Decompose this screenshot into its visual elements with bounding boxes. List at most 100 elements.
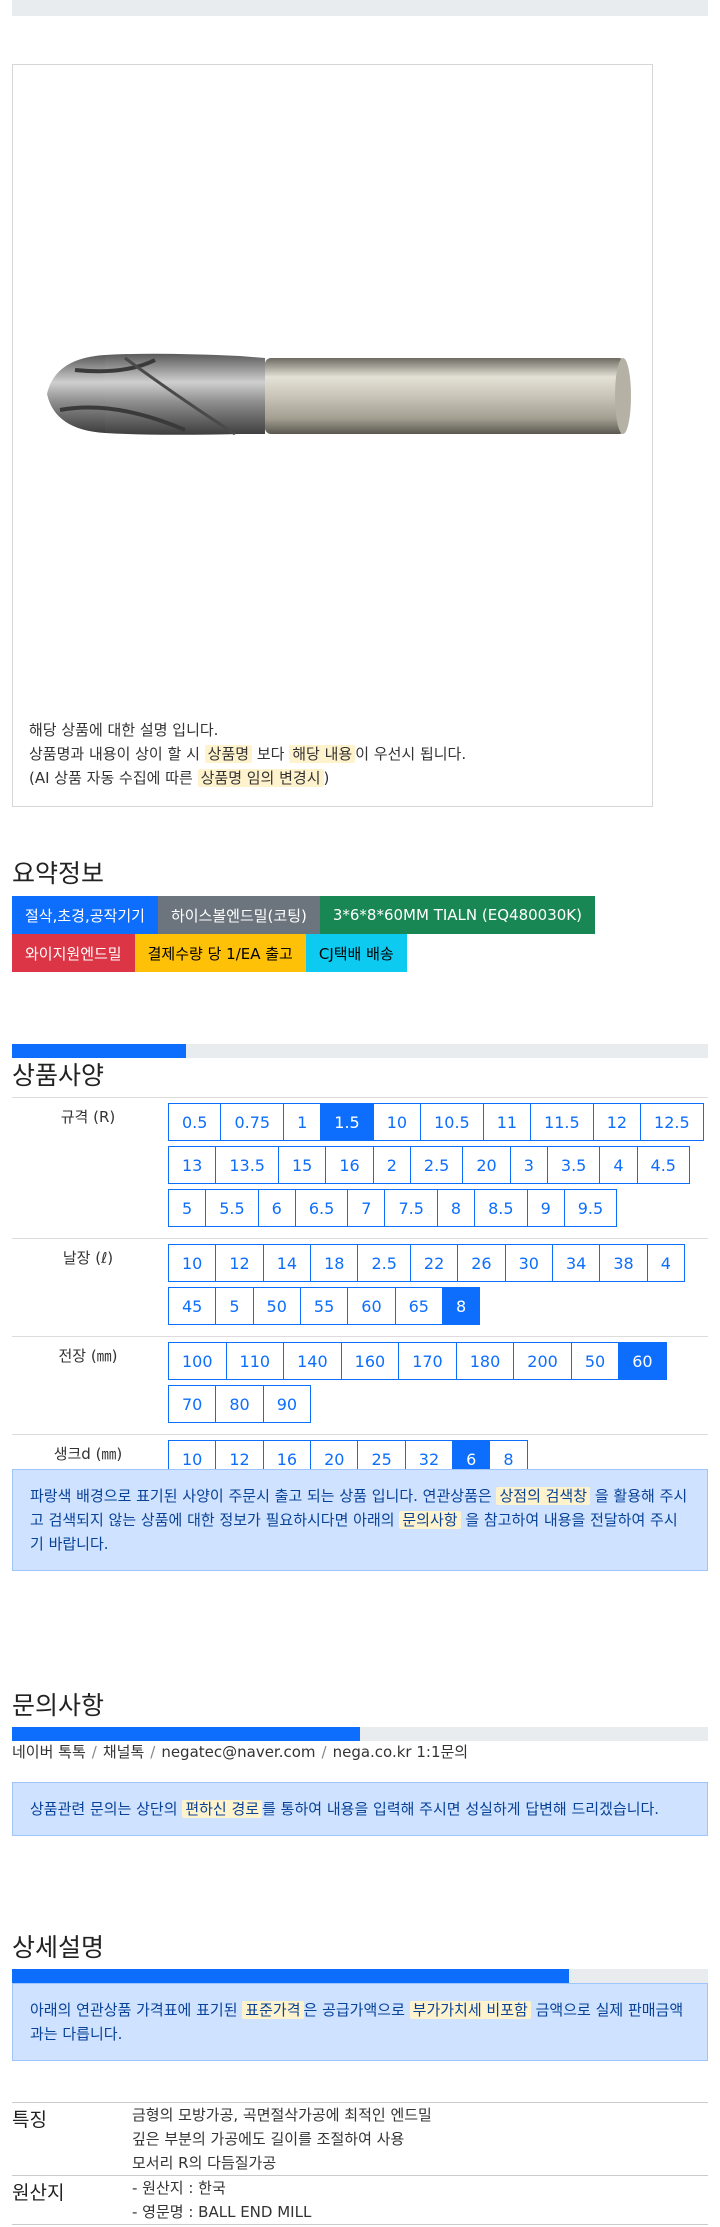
spec-option-button[interactable]: 1.5: [320, 1103, 374, 1141]
spec-option-button[interactable]: 100: [168, 1342, 227, 1380]
delivery-badge: CJ택배 배송: [305, 934, 407, 972]
spec-option-button[interactable]: 7: [347, 1189, 386, 1227]
site-inquiry-link[interactable]: nega.co.kr 1:1문의: [333, 1743, 469, 1761]
spec-option-button[interactable]: 14: [262, 1244, 312, 1282]
spec-option-button[interactable]: 11: [482, 1103, 532, 1141]
spec-option-button[interactable]: 45: [168, 1287, 217, 1325]
spec-option-button[interactable]: 8.5: [474, 1189, 528, 1227]
spec-option-button[interactable]: 3.5: [546, 1146, 601, 1184]
model-badge: 3*6*8*60MM TIALN (EQ480030K): [319, 896, 595, 934]
spec-option-button[interactable]: 0.5: [168, 1103, 222, 1141]
spec-options: 100 110 140 160 170 180 200 50 60 70 80 90: [164, 1337, 708, 1434]
spec-option-button[interactable]: 38: [599, 1244, 648, 1282]
spec-option-button[interactable]: 8: [436, 1189, 476, 1227]
spec-option-button[interactable]: 20: [462, 1146, 511, 1184]
spec-option-button[interactable]: 12: [592, 1103, 642, 1141]
shipping-quantity-badge: 결제수량 당 1/EA 출고: [134, 934, 306, 972]
spec-label: 규격 (R): [60, 1108, 116, 1126]
notice-line-3: (AI 상품 자동 수집에 따른 상품명 임의 변경시): [29, 769, 330, 787]
spec-option-button[interactable]: 12.5: [640, 1103, 704, 1141]
spec-option-button[interactable]: 34: [551, 1244, 601, 1282]
spec-option-button[interactable]: 55: [299, 1287, 349, 1325]
spec-option-button[interactable]: 18: [310, 1244, 359, 1282]
spec-option-button[interactable]: 10.5: [420, 1103, 484, 1141]
spec-option-button[interactable]: 11.5: [530, 1103, 594, 1141]
badge-row-1: 절삭,초경,공작기기 하이스볼엔드밀(코팅) 3*6*8*60MM TIALN …: [12, 896, 712, 934]
brand-badge: 와이지원엔드밀: [12, 934, 135, 972]
product-notice: 해당 상품에 대한 설명 입니다. 상품명과 내용이 상이 할 시 상품명 보다…: [29, 718, 466, 790]
spec-option-button[interactable]: 110: [225, 1342, 285, 1380]
spec-option-button[interactable]: 10: [372, 1103, 422, 1141]
spec-option-button[interactable]: 1: [283, 1103, 322, 1141]
category-badge: 절삭,초경,공작기기: [12, 896, 158, 934]
top-progress-bar: [12, 0, 708, 16]
spec-option-button[interactable]: 0.75: [220, 1103, 285, 1141]
spec-option-button[interactable]: 160: [340, 1342, 400, 1380]
spec-option-button[interactable]: 12: [215, 1244, 264, 1282]
spec-option-button[interactable]: 65: [394, 1287, 443, 1325]
spec-option-button[interactable]: 5: [168, 1189, 207, 1227]
spec-info-alert: 파랑색 배경으로 표기된 사양이 주문시 출고 되는 상품 입니다. 연관상품은…: [12, 1469, 708, 1571]
features-table: 특징 금형의 모방가공, 곡면절삭가공에 최적인 엔드밀 깊은 부분의 가공에도…: [12, 2102, 708, 2225]
notice-line-2: 상품명과 내용이 상이 할 시 상품명 보다 해당 내용 이 우선시 됩니다.: [29, 745, 467, 763]
spec-options: 0.5 0.75 1 1.5 10 10.5 11 11.5 12 12.5 13 13.5 15 16 2…: [164, 1098, 708, 1238]
spec-option-button[interactable]: 6.5: [294, 1189, 349, 1227]
spec-option-button[interactable]: 50: [252, 1287, 301, 1325]
channel-talk-link[interactable]: 채널톡: [103, 1743, 144, 1761]
product-image-box: 해당 상품에 대한 설명 입니다. 상품명과 내용이 상이 할 시 상품명 보다…: [12, 64, 653, 807]
spec-option-button[interactable]: 90: [262, 1385, 312, 1423]
notice-line-1: 해당 상품에 대한 설명 입니다.: [29, 721, 219, 739]
spec-option-button[interactable]: 50: [570, 1342, 620, 1380]
spec-option-button[interactable]: 7.5: [384, 1189, 438, 1227]
naver-talk-link[interactable]: 네이버 톡톡: [12, 1743, 86, 1761]
detail-progress-fill: [12, 1969, 569, 1983]
spec-option-button[interactable]: 22: [409, 1244, 459, 1282]
spec-option-button[interactable]: 180: [455, 1342, 515, 1380]
spec-option-button[interactable]: 4.5: [636, 1146, 690, 1184]
inquiry-progress-fill: [12, 1727, 360, 1741]
spec-option-button[interactable]: 140: [283, 1342, 342, 1380]
spec-option-button[interactable]: 4: [646, 1244, 685, 1282]
spec-option-button[interactable]: 9: [526, 1189, 565, 1227]
spec-title: 상품사양: [12, 1061, 105, 1090]
spec-option-button[interactable]: 2: [372, 1146, 411, 1184]
inquiry-info-alert: 상품관련 문의는 상단의 편하신 경로 를 통하여 내용을 입력해 주시면 성실하…: [12, 1782, 708, 1836]
product-detail-page: 해당 상품에 대한 설명 입니다. 상품명과 내용이 상이 할 시 상품명 보다…: [0, 0, 720, 2227]
spec-option-button[interactable]: 30: [504, 1244, 553, 1282]
spec-option-button[interactable]: 80: [215, 1385, 264, 1423]
spec-option-button[interactable]: 5: [215, 1287, 254, 1325]
contact-links: 네이버 톡톡 / 채널톡 / negatec@naver.com / nega.co.kr …: [12, 1743, 469, 1761]
spec-option-button[interactable]: 60: [347, 1287, 396, 1325]
spec-option-button[interactable]: 13.5: [215, 1146, 279, 1184]
spec-row-blade-length: 날장 (ℓ) 10 12 14 18 2.5 22 26 30 34 38 4 45 5 50 55 60 65…: [12, 1238, 708, 1336]
spec-label: 전장 (㎜): [58, 1347, 118, 1365]
origin-row: 원산지 - 원산지 : 한국 - 영문명 : BALL END MILL: [12, 2176, 708, 2225]
spec-option-button[interactable]: 10: [168, 1244, 217, 1282]
spec-option-button[interactable]: 16: [325, 1146, 374, 1184]
spec-option-button[interactable]: 70: [168, 1385, 217, 1423]
detail-progress-bar: [12, 1969, 708, 1983]
spec-row-size: 규격 (R) 0.5 0.75 1 1.5 10 10.5 11 11.5 12 12.5 13 13…: [12, 1097, 708, 1238]
spec-options: 10 12 14 18 2.5 22 26 30 34 38 4 45 5 50 55 60 65 8: [164, 1239, 708, 1336]
origin-label: 원산지: [12, 2182, 65, 2204]
spec-option-button[interactable]: 200: [513, 1342, 572, 1380]
spec-option-button[interactable]: 6: [257, 1189, 296, 1227]
spec-option-button[interactable]: 13: [168, 1146, 217, 1184]
spec-option-button[interactable]: 26: [457, 1244, 506, 1282]
type-badge: 하이스볼엔드밀(코팅): [157, 896, 320, 934]
spec-option-button[interactable]: 4: [599, 1146, 638, 1184]
spec-option-button[interactable]: 60: [618, 1342, 667, 1380]
email-link[interactable]: negatec@naver.com: [161, 1743, 315, 1761]
summary-title: 요약정보: [12, 859, 105, 888]
spec-option-button[interactable]: 8: [441, 1287, 481, 1325]
spec-option-button[interactable]: 5.5: [205, 1189, 259, 1227]
feature-row: 특징 금형의 모방가공, 곡면절삭가공에 최적인 엔드밀 깊은 부분의 가공에도…: [12, 2103, 708, 2176]
spec-option-button[interactable]: 9.5: [563, 1189, 618, 1227]
spec-option-button[interactable]: 2.5: [409, 1146, 464, 1184]
spec-option-button[interactable]: 170: [398, 1342, 457, 1380]
spec-table: 규격 (R) 0.5 0.75 1 1.5 10 10.5 11 11.5 12 12.5 13 13…: [12, 1097, 708, 1490]
feature-lines: 금형의 모방가공, 곡면절삭가공에 최적인 엔드밀 깊은 부분의 가공에도 길이…: [132, 2106, 432, 2172]
spec-option-button[interactable]: 15: [277, 1146, 327, 1184]
spec-option-button[interactable]: 2.5: [357, 1244, 411, 1282]
spec-option-button[interactable]: 3: [509, 1146, 548, 1184]
